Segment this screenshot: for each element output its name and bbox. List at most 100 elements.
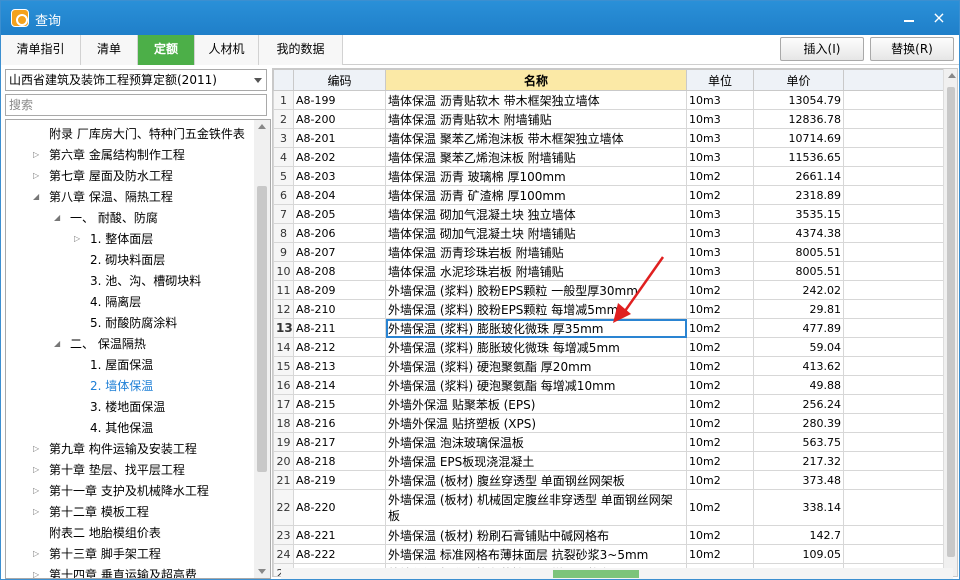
search-input[interactable]: 搜索: [5, 94, 267, 116]
code-cell[interactable]: A8-201: [293, 128, 386, 148]
name-cell[interactable]: 外墙保温 (浆料) 膨胀玻化微珠 厚35mm: [385, 318, 687, 338]
table-row[interactable]: 14 A8-212 外墙保温 (浆料) 膨胀玻化微珠 每增减5mm 10m2 59.04: [273, 337, 944, 357]
table-row[interactable]: 6 A8-204 墙体保温 沥青 矿渣棉 厚100mm 10m2 2318.89: [273, 185, 944, 205]
price-cell[interactable]: 280.39: [753, 413, 844, 433]
code-cell[interactable]: A8-203: [293, 166, 386, 186]
collapsed-triangle-icon[interactable]: ▷: [33, 544, 43, 564]
row-number[interactable]: 11: [273, 280, 294, 300]
tab-bill[interactable]: 清单: [81, 35, 138, 65]
unit-cell[interactable]: 10m2: [686, 356, 754, 376]
code-cell[interactable]: A8-220: [293, 489, 386, 526]
code-cell[interactable]: A8-216: [293, 413, 386, 433]
table-row[interactable]: 1 A8-199 墙体保温 沥青贴软木 带木框架独立墙体 10m3 13054.79: [273, 90, 944, 110]
row-number[interactable]: 17: [273, 394, 294, 414]
table-row[interactable]: 4 A8-202 墙体保温 聚苯乙烯泡沫板 附墙铺贴 10m3 11536.65: [273, 147, 944, 167]
row-number[interactable]: 16: [273, 375, 294, 395]
price-cell[interactable]: 49.88: [753, 375, 844, 395]
name-cell[interactable]: 外墙保温 (板材) 机械固定腹丝非穿透型 单面钢丝网架板: [385, 489, 687, 526]
code-cell[interactable]: A8-208: [293, 261, 386, 281]
price-cell[interactable]: 2661.14: [753, 166, 844, 186]
unit-cell[interactable]: 10m2: [686, 489, 754, 526]
code-cell[interactable]: A8-199: [293, 90, 386, 110]
name-cell[interactable]: 外墙保温 (浆料) 膨胀玻化微珠 每增减5mm: [385, 337, 687, 357]
name-cell[interactable]: 外墙保温 (浆料) 硬泡聚氨酯 厚20mm: [385, 356, 687, 376]
quota-set-select[interactable]: 山西省建筑及装饰工程预算定额(2011): [5, 69, 267, 91]
collapsed-triangle-icon[interactable]: ▷: [33, 166, 43, 186]
collapsed-triangle-icon[interactable]: [74, 292, 84, 312]
unit-cell[interactable]: 10m2: [686, 525, 754, 545]
tree-scrollbar[interactable]: [254, 120, 270, 578]
collapsed-triangle-icon[interactable]: ▷: [33, 481, 43, 501]
name-cell[interactable]: 墙体保温 水泥珍珠岩板 附墙铺贴: [385, 261, 687, 281]
collapsed-triangle-icon[interactable]: ▷: [74, 229, 84, 249]
table-row[interactable]: 8 A8-206 墙体保温 砌加气混凝土块 附墙铺贴 10m3 4374.38: [273, 223, 944, 243]
collapsed-triangle-icon[interactable]: ▷: [33, 502, 43, 522]
name-cell[interactable]: 外墙外保温 贴挤塑板 (XPS): [385, 413, 687, 433]
collapsed-triangle-icon[interactable]: [33, 124, 43, 144]
code-cell[interactable]: A8-212: [293, 337, 386, 357]
price-cell[interactable]: 12836.78: [753, 109, 844, 129]
code-cell[interactable]: A8-200: [293, 109, 386, 129]
tree-scroll-thumb[interactable]: [257, 186, 267, 472]
unit-cell[interactable]: 10m2: [686, 470, 754, 490]
code-cell[interactable]: A8-207: [293, 242, 386, 262]
unit-cell[interactable]: 10m2: [686, 185, 754, 205]
code-cell[interactable]: A8-204: [293, 185, 386, 205]
collapsed-triangle-icon[interactable]: [74, 397, 84, 417]
code-cell[interactable]: A8-202: [293, 147, 386, 167]
table-row[interactable]: 23 A8-221 外墙保温 (板材) 粉刷石膏铺贴中碱网格布 10m2 142.7: [273, 525, 944, 545]
scroll-up-icon[interactable]: [258, 124, 266, 129]
table-row[interactable]: 24 A8-222 外墙保温 标准网格布薄抹面层 抗裂砂浆3~5mm 10m2 109.…: [273, 544, 944, 564]
name-cell[interactable]: 墙体保温 聚苯乙烯泡沫板 附墙铺贴: [385, 147, 687, 167]
row-number[interactable]: 20: [273, 451, 294, 471]
grid-scrollbar[interactable]: [943, 69, 957, 576]
price-cell[interactable]: 10714.69: [753, 128, 844, 148]
row-number[interactable]: 8: [273, 223, 294, 243]
collapsed-triangle-icon[interactable]: [74, 418, 84, 438]
row-number[interactable]: 23: [273, 525, 294, 545]
tab-quota[interactable]: 定额: [138, 35, 195, 65]
unit-cell[interactable]: 10m3: [686, 204, 754, 224]
name-cell[interactable]: 外墙保温 (浆料) 硬泡聚氨酯 每增减10mm: [385, 375, 687, 395]
row-number[interactable]: 15: [273, 356, 294, 376]
name-cell[interactable]: 外墙保温 (浆料) 胶粉EPS颗粒 每增减5mm: [385, 299, 687, 319]
unit-cell[interactable]: 10m2: [686, 413, 754, 433]
row-number[interactable]: 7: [273, 204, 294, 224]
table-row[interactable]: 18 A8-216 外墙外保温 贴挤塑板 (XPS) 10m2 280.39: [273, 413, 944, 433]
expanded-triangle-icon[interactable]: ◢: [54, 334, 64, 354]
name-cell[interactable]: 墙体保温 沥青珍珠岩板 附墙铺贴: [385, 242, 687, 262]
row-number[interactable]: 2: [273, 109, 294, 129]
row-number[interactable]: 12: [273, 299, 294, 319]
unit-cell[interactable]: 10m2: [686, 166, 754, 186]
code-cell[interactable]: A8-221: [293, 525, 386, 545]
minimize-icon[interactable]: [899, 8, 919, 28]
table-row[interactable]: 16 A8-214 外墙保温 (浆料) 硬泡聚氨酯 每增减10mm 10m2 49.88: [273, 375, 944, 395]
unit-cell[interactable]: 10m2: [686, 318, 754, 338]
code-cell[interactable]: A8-211: [293, 318, 386, 338]
price-cell[interactable]: 3535.15: [753, 204, 844, 224]
unit-cell[interactable]: 10m2: [686, 280, 754, 300]
unit-cell[interactable]: 10m2: [686, 375, 754, 395]
price-cell[interactable]: 413.62: [753, 356, 844, 376]
price-cell[interactable]: 217.32: [753, 451, 844, 471]
horizontal-scroll-thumb[interactable]: [553, 570, 639, 578]
table-row[interactable]: 7 A8-205 墙体保温 砌加气混凝土块 独立墙体 10m3 3535.15: [273, 204, 944, 224]
row-number[interactable]: 19: [273, 432, 294, 452]
tab-bill-guide[interactable]: 清单指引: [1, 35, 81, 65]
name-cell[interactable]: 外墙保温 泡沫玻璃保温板: [385, 432, 687, 452]
row-number[interactable]: 6: [273, 185, 294, 205]
tab-my-data[interactable]: 我的数据: [259, 35, 343, 65]
expanded-triangle-icon[interactable]: ◢: [54, 208, 64, 228]
price-cell[interactable]: 563.75: [753, 432, 844, 452]
row-number[interactable]: 10: [273, 261, 294, 281]
tab-materials[interactable]: 人材机: [195, 35, 259, 65]
price-cell[interactable]: 338.14: [753, 489, 844, 526]
name-cell[interactable]: 外墙保温 (浆料) 胶粉EPS颗粒 一般型厚30mm: [385, 280, 687, 300]
unit-cell[interactable]: 10m2: [686, 432, 754, 452]
price-cell[interactable]: 109.05: [753, 544, 844, 564]
close-icon[interactable]: ×: [929, 8, 949, 28]
row-number[interactable]: 5: [273, 166, 294, 186]
name-cell[interactable]: 墙体保温 聚苯乙烯泡沫板 带木框架独立墙体: [385, 128, 687, 148]
table-row[interactable]: 17 A8-215 外墙外保温 贴聚苯板 (EPS) 10m2 256.24: [273, 394, 944, 414]
name-cell[interactable]: 墙体保温 沥青 玻璃棉 厚100mm: [385, 166, 687, 186]
